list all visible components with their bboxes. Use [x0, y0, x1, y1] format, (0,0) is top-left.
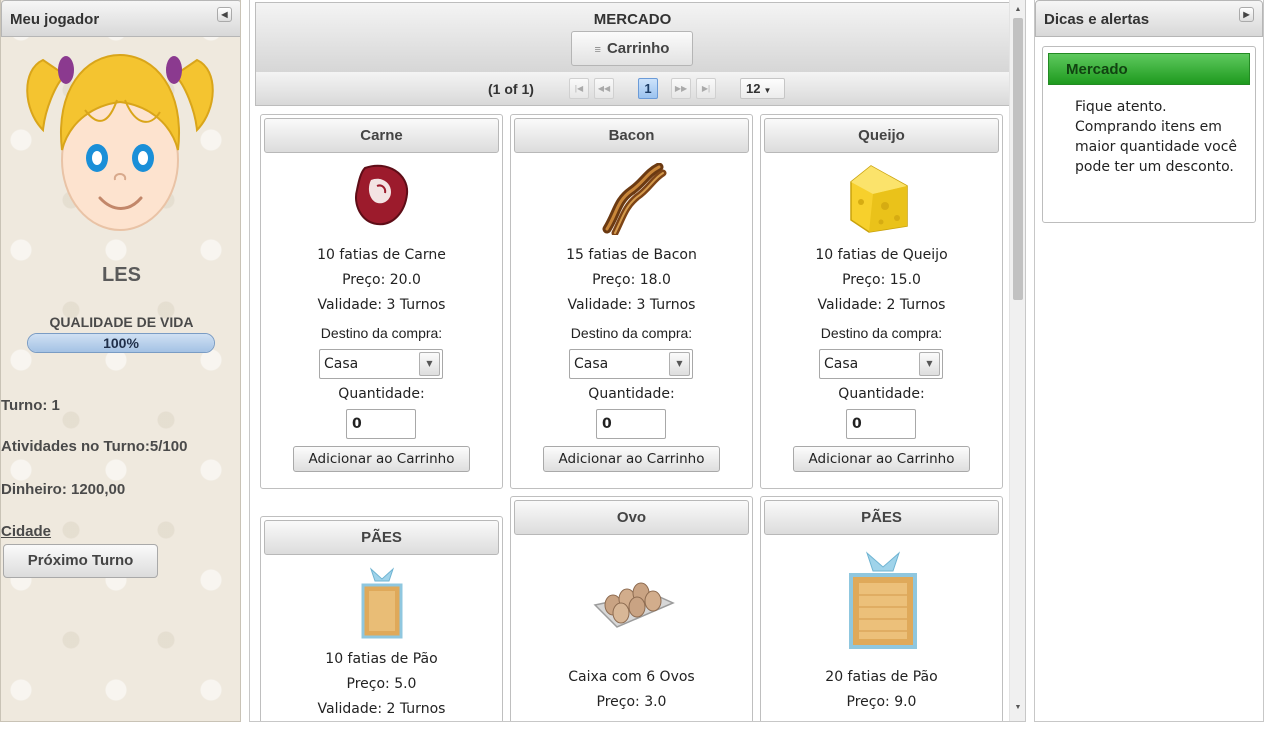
alert-text: Fique atento. Comprando itens em maior q…: [1075, 99, 1238, 175]
product-card: PÃES 20 fatias de Pão Preço: 9.0: [760, 496, 1003, 721]
product-description: 10 fatias de Queijo: [815, 247, 948, 263]
chevron-down-icon: ▼: [669, 352, 690, 376]
cheese-icon: [850, 165, 908, 233]
quantity-input[interactable]: 0: [596, 409, 666, 439]
quality-of-life-label: QUALIDADE DE VIDA: [49, 314, 194, 330]
activities-stat: Atividades no Turno:5/100: [1, 438, 188, 455]
product-price: Preço: 9.0: [846, 694, 917, 710]
turn-stat: Turno: 1: [1, 397, 60, 414]
add-to-cart-button[interactable]: Adicionar ao Carrinho: [793, 446, 970, 472]
tips-panel-header: Dicas e alertas ▶: [1035, 0, 1263, 37]
chevron-down-icon: ▼: [419, 352, 440, 376]
quality-of-life-bar: 100%: [27, 333, 215, 353]
destination-select[interactable]: Casa ▼: [569, 349, 693, 379]
meat-icon: [355, 164, 409, 226]
product-validity: Validade: 3 Turnos: [567, 297, 696, 313]
destination-label: Destino da compra:: [820, 325, 943, 341]
alert-box: Mercado Fique atento. Comprando itens em…: [1042, 46, 1256, 223]
market-scrollbar[interactable]: ▲ ▼: [1009, 0, 1025, 721]
destination-label: Destino da compra:: [570, 325, 693, 341]
scroll-down-icon[interactable]: ▼: [1010, 700, 1025, 716]
product-title: Queijo: [764, 118, 999, 153]
quantity-label: Quantidade:: [338, 386, 425, 402]
bread-icon: [849, 551, 917, 649]
product-price: Preço: 15.0: [842, 272, 921, 288]
eggs-icon: [593, 582, 675, 628]
product-description: 10 fatias de Pão: [325, 651, 438, 667]
player-avatar: [26, 53, 214, 231]
destination-select[interactable]: Casa ▼: [319, 349, 443, 379]
quantity-input[interactable]: 0: [346, 409, 416, 439]
last-page-icon[interactable]: ▶|: [696, 78, 716, 99]
product-price: Preço: 20.0: [342, 272, 421, 288]
quantity-label: Quantidade:: [588, 386, 675, 402]
product-description: Caixa com 6 Ovos: [568, 669, 695, 685]
product-title: Bacon: [514, 118, 749, 153]
quantity-input[interactable]: 0: [846, 409, 916, 439]
product-price: Preço: 18.0: [592, 272, 671, 288]
add-to-cart-button[interactable]: Adicionar ao Carrinho: [293, 446, 470, 472]
rows-per-page-select[interactable]: 12 ▼: [740, 78, 785, 99]
player-panel-header: Meu jogador ◀: [1, 0, 240, 37]
paginator: (1 of 1) |◀ ◀◀ 1 ▶▶ ▶| 12 ▼: [255, 72, 1010, 106]
product-validity: Validade: 3 Turnos: [317, 297, 446, 313]
product-validity: Validade: 2 Turnos: [317, 701, 446, 717]
prev-page-icon[interactable]: ◀◀: [594, 78, 614, 99]
quantity-label: Quantidade:: [838, 386, 925, 402]
product-description: 20 fatias de Pão: [825, 669, 938, 685]
scroll-thumb[interactable]: [1013, 18, 1023, 300]
destination-select[interactable]: Casa ▼: [819, 349, 943, 379]
next-turn-button[interactable]: Próximo Turno: [3, 544, 158, 578]
cart-button-label: Carrinho: [606, 40, 670, 57]
destination-value: Casa: [574, 356, 609, 372]
collapse-right-icon[interactable]: ▶: [1239, 7, 1254, 22]
first-page-icon[interactable]: |◀: [569, 78, 589, 99]
destination-value: Casa: [824, 356, 859, 372]
product-title: PÃES: [764, 500, 999, 535]
next-page-icon[interactable]: ▶▶: [671, 78, 691, 99]
player-panel: Meu jogador ◀ LES QUALIDADE DE VIDA 100%…: [0, 0, 241, 722]
page-info: (1 of 1): [488, 81, 534, 97]
product-price: Preço: 5.0: [346, 676, 417, 692]
product-card: Queijo 10 fatias de Queijo Preço: 15.0 V…: [760, 114, 1003, 489]
market-panel: MERCADO ≡ Carrinho (1 of 1) |◀ ◀◀ 1 ▶▶ ▶|…: [249, 0, 1026, 722]
product-description: 10 fatias de Carne: [317, 247, 446, 263]
quality-of-life-value: 100%: [103, 335, 139, 351]
product-title: Carne: [264, 118, 499, 153]
cart-button[interactable]: ≡ Carrinho: [571, 31, 693, 66]
chevron-down-icon: ▼: [763, 86, 772, 95]
money-stat: Dinheiro: 1200,00: [1, 481, 126, 498]
product-card: PÃES 10 fatias de Pão Preço: 5.0 Validad…: [260, 516, 503, 721]
city-link[interactable]: Cidade: [1, 523, 51, 540]
cart-icon: ≡: [594, 44, 601, 56]
product-title: Ovo: [514, 500, 749, 535]
product-price: Preço: 3.0: [596, 694, 667, 710]
bread-icon: [361, 567, 403, 639]
tips-panel-title: Dicas e alertas: [1044, 11, 1150, 28]
product-card: Bacon 15 fatias de Bacon Preço: 18.0 Val…: [510, 114, 753, 489]
page-number-button[interactable]: 1: [638, 78, 658, 99]
market-header: MERCADO ≡ Carrinho: [255, 2, 1010, 73]
collapse-left-icon[interactable]: ◀: [217, 7, 232, 22]
product-description: 15 fatias de Bacon: [566, 247, 697, 263]
scroll-up-icon[interactable]: ▲: [1010, 2, 1025, 18]
chevron-down-icon: ▼: [919, 352, 940, 376]
destination-value: Casa: [324, 356, 359, 372]
tips-panel: Dicas e alertas ▶ Mercado Fique atento. …: [1034, 0, 1264, 722]
product-card: Ovo Caixa com 6 Ovos Preço: 3.0: [510, 496, 753, 721]
alert-title: Mercado: [1048, 53, 1250, 85]
destination-label: Destino da compra:: [320, 325, 443, 341]
add-to-cart-button[interactable]: Adicionar ao Carrinho: [543, 446, 720, 472]
rows-per-page-value: 12: [746, 81, 761, 96]
player-name: LES: [102, 264, 141, 286]
market-title: MERCADO: [593, 11, 672, 28]
product-card: Carne 10 fatias de Carne Preço: 20.0 Val…: [260, 114, 503, 489]
player-panel-title: Meu jogador: [10, 11, 100, 28]
product-title: PÃES: [264, 520, 499, 555]
product-validity: Validade: 2 Turnos: [817, 297, 946, 313]
bacon-icon: [602, 163, 667, 235]
